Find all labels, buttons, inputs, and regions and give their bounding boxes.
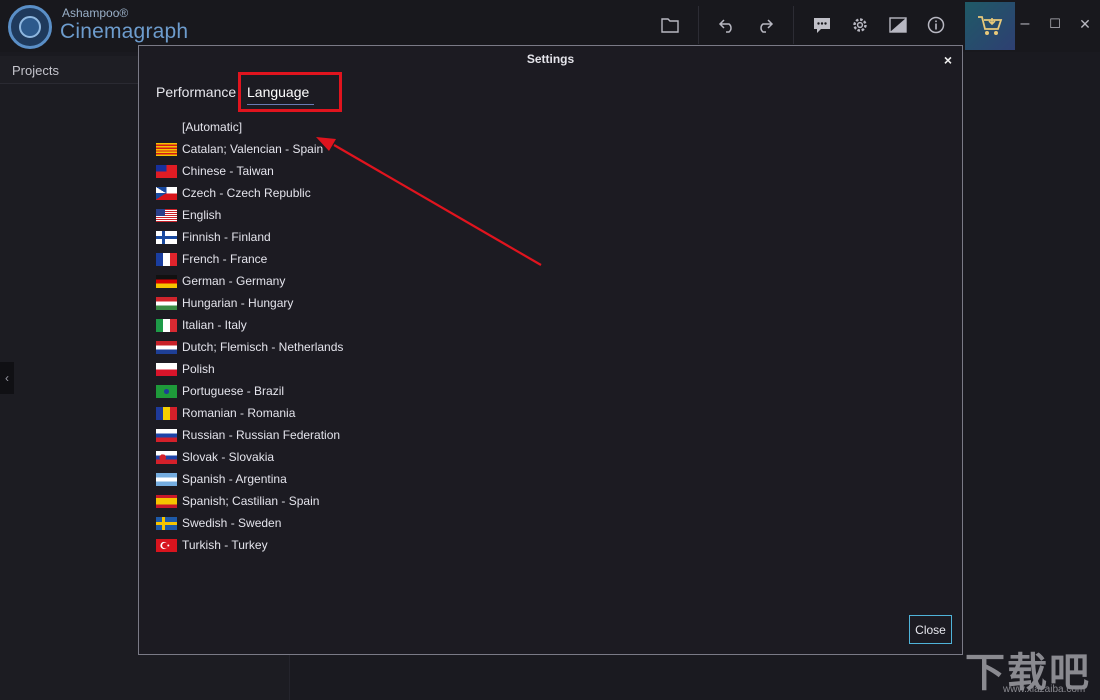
gear-icon[interactable] bbox=[845, 10, 875, 40]
usa-flag-icon bbox=[156, 208, 177, 222]
info-icon[interactable] bbox=[921, 10, 951, 40]
italy-flag-icon bbox=[156, 318, 177, 332]
app-logo-icon bbox=[8, 5, 52, 49]
poland-flag-icon bbox=[156, 362, 177, 376]
redo-icon[interactable] bbox=[750, 10, 780, 40]
finland-flag-icon bbox=[156, 230, 177, 244]
brand-name: Cinemagraph bbox=[60, 20, 189, 43]
language-item[interactable]: Finnish - Finland bbox=[156, 226, 456, 248]
cart-icon[interactable] bbox=[965, 2, 1015, 50]
language-label: Hungarian - Hungary bbox=[182, 296, 294, 310]
romania-flag-icon bbox=[156, 406, 177, 420]
language-label: Portuguese - Brazil bbox=[182, 384, 285, 398]
language-item[interactable]: Spanish; Castilian - Spain bbox=[156, 490, 456, 512]
language-label: Catalan; Valencian - Spain bbox=[182, 142, 324, 156]
language-item[interactable]: Swedish - Sweden bbox=[156, 512, 456, 534]
maximize-button[interactable]: ☐ bbox=[1043, 12, 1067, 36]
watermark: 下载吧 www.xiazaiba.com bbox=[965, 640, 1095, 698]
language-label: Romanian - Romania bbox=[182, 406, 296, 420]
slovakia-flag-icon bbox=[156, 450, 177, 464]
language-item[interactable]: Turkish - Turkey bbox=[156, 534, 456, 556]
language-label: Chinese - Taiwan bbox=[182, 164, 274, 178]
spain-flag-icon bbox=[156, 494, 177, 508]
language-label: Russian - Russian Federation bbox=[182, 428, 341, 442]
brand-top: Ashampoo® bbox=[62, 6, 129, 20]
language-list: [Automatic] Catalan; Valencian - Spain Chi… bbox=[156, 116, 456, 556]
language-item[interactable]: [Automatic] bbox=[156, 116, 456, 138]
language-label: Turkish - Turkey bbox=[182, 538, 268, 552]
language-label: [Automatic] bbox=[182, 120, 243, 134]
tab-performance[interactable]: Performance bbox=[156, 84, 236, 100]
language-label: Spanish - Argentina bbox=[182, 472, 287, 486]
taiwan-flag-icon bbox=[156, 164, 177, 178]
aspect-icon[interactable] bbox=[883, 10, 913, 40]
close-button[interactable]: Close bbox=[909, 615, 952, 644]
language-label: Czech - Czech Republic bbox=[182, 186, 311, 200]
language-label: Finnish - Finland bbox=[182, 230, 271, 244]
settings-dialog: Settings × Performance Language [Automat… bbox=[138, 45, 963, 655]
language-label: German - Germany bbox=[182, 274, 286, 288]
language-item[interactable]: Chinese - Taiwan bbox=[156, 160, 456, 182]
argentina-flag-icon bbox=[156, 472, 177, 486]
language-item[interactable]: Portuguese - Brazil bbox=[156, 380, 456, 402]
language-label: Swedish - Sweden bbox=[182, 516, 282, 530]
language-label: Dutch; Flemisch - Netherlands bbox=[182, 340, 344, 354]
france-flag-icon bbox=[156, 252, 177, 266]
russia-flag-icon bbox=[156, 428, 177, 442]
language-item[interactable]: Dutch; Flemisch - Netherlands bbox=[156, 336, 456, 358]
hungary-flag-icon bbox=[156, 296, 177, 310]
brazil-flag-icon bbox=[156, 384, 177, 398]
language-item[interactable]: German - Germany bbox=[156, 270, 456, 292]
language-item[interactable]: Slovak - Slovakia bbox=[156, 446, 456, 468]
language-item[interactable]: Romanian - Romania bbox=[156, 402, 456, 424]
language-label: Slovak - Slovakia bbox=[182, 450, 275, 464]
language-label: French - France bbox=[182, 252, 268, 266]
close-window-button[interactable]: ✕ bbox=[1073, 12, 1097, 36]
language-item[interactable]: Spanish - Argentina bbox=[156, 468, 456, 490]
language-item[interactable]: English bbox=[156, 204, 456, 226]
projects-label: Projects bbox=[12, 63, 59, 78]
language-item[interactable]: Italian - Italy bbox=[156, 314, 456, 336]
sweden-flag-icon bbox=[156, 516, 177, 530]
chevron-left-icon[interactable]: ‹ bbox=[0, 362, 14, 394]
language-label: English bbox=[182, 208, 222, 222]
watermark-url: www.xiazaiba.com bbox=[1003, 684, 1086, 695]
language-item[interactable]: Czech - Czech Republic bbox=[156, 182, 456, 204]
czech-flag-icon bbox=[156, 186, 177, 200]
chat-icon[interactable] bbox=[807, 10, 837, 40]
folder-icon[interactable] bbox=[655, 10, 685, 40]
language-label: Spanish; Castilian - Spain bbox=[182, 494, 320, 508]
germany-flag-icon bbox=[156, 274, 177, 288]
netherlands-flag-icon bbox=[156, 340, 177, 354]
language-item[interactable]: Polish bbox=[156, 358, 456, 380]
turkey-flag-icon bbox=[156, 538, 177, 552]
catalan-flag-icon bbox=[156, 142, 177, 156]
language-item[interactable]: Russian - Russian Federation bbox=[156, 424, 456, 446]
language-item[interactable]: Catalan; Valencian - Spain bbox=[156, 138, 456, 160]
language-item[interactable]: French - France bbox=[156, 248, 456, 270]
language-label: Polish bbox=[182, 362, 215, 376]
dialog-close-icon[interactable]: × bbox=[944, 52, 952, 68]
undo-icon[interactable] bbox=[712, 10, 742, 40]
minimize-button[interactable]: – bbox=[1013, 12, 1037, 36]
annotation-highlight-box bbox=[238, 72, 342, 112]
language-label: Italian - Italy bbox=[182, 318, 247, 332]
dialog-title: Settings bbox=[526, 52, 575, 66]
language-item[interactable]: Hungarian - Hungary bbox=[156, 292, 456, 314]
